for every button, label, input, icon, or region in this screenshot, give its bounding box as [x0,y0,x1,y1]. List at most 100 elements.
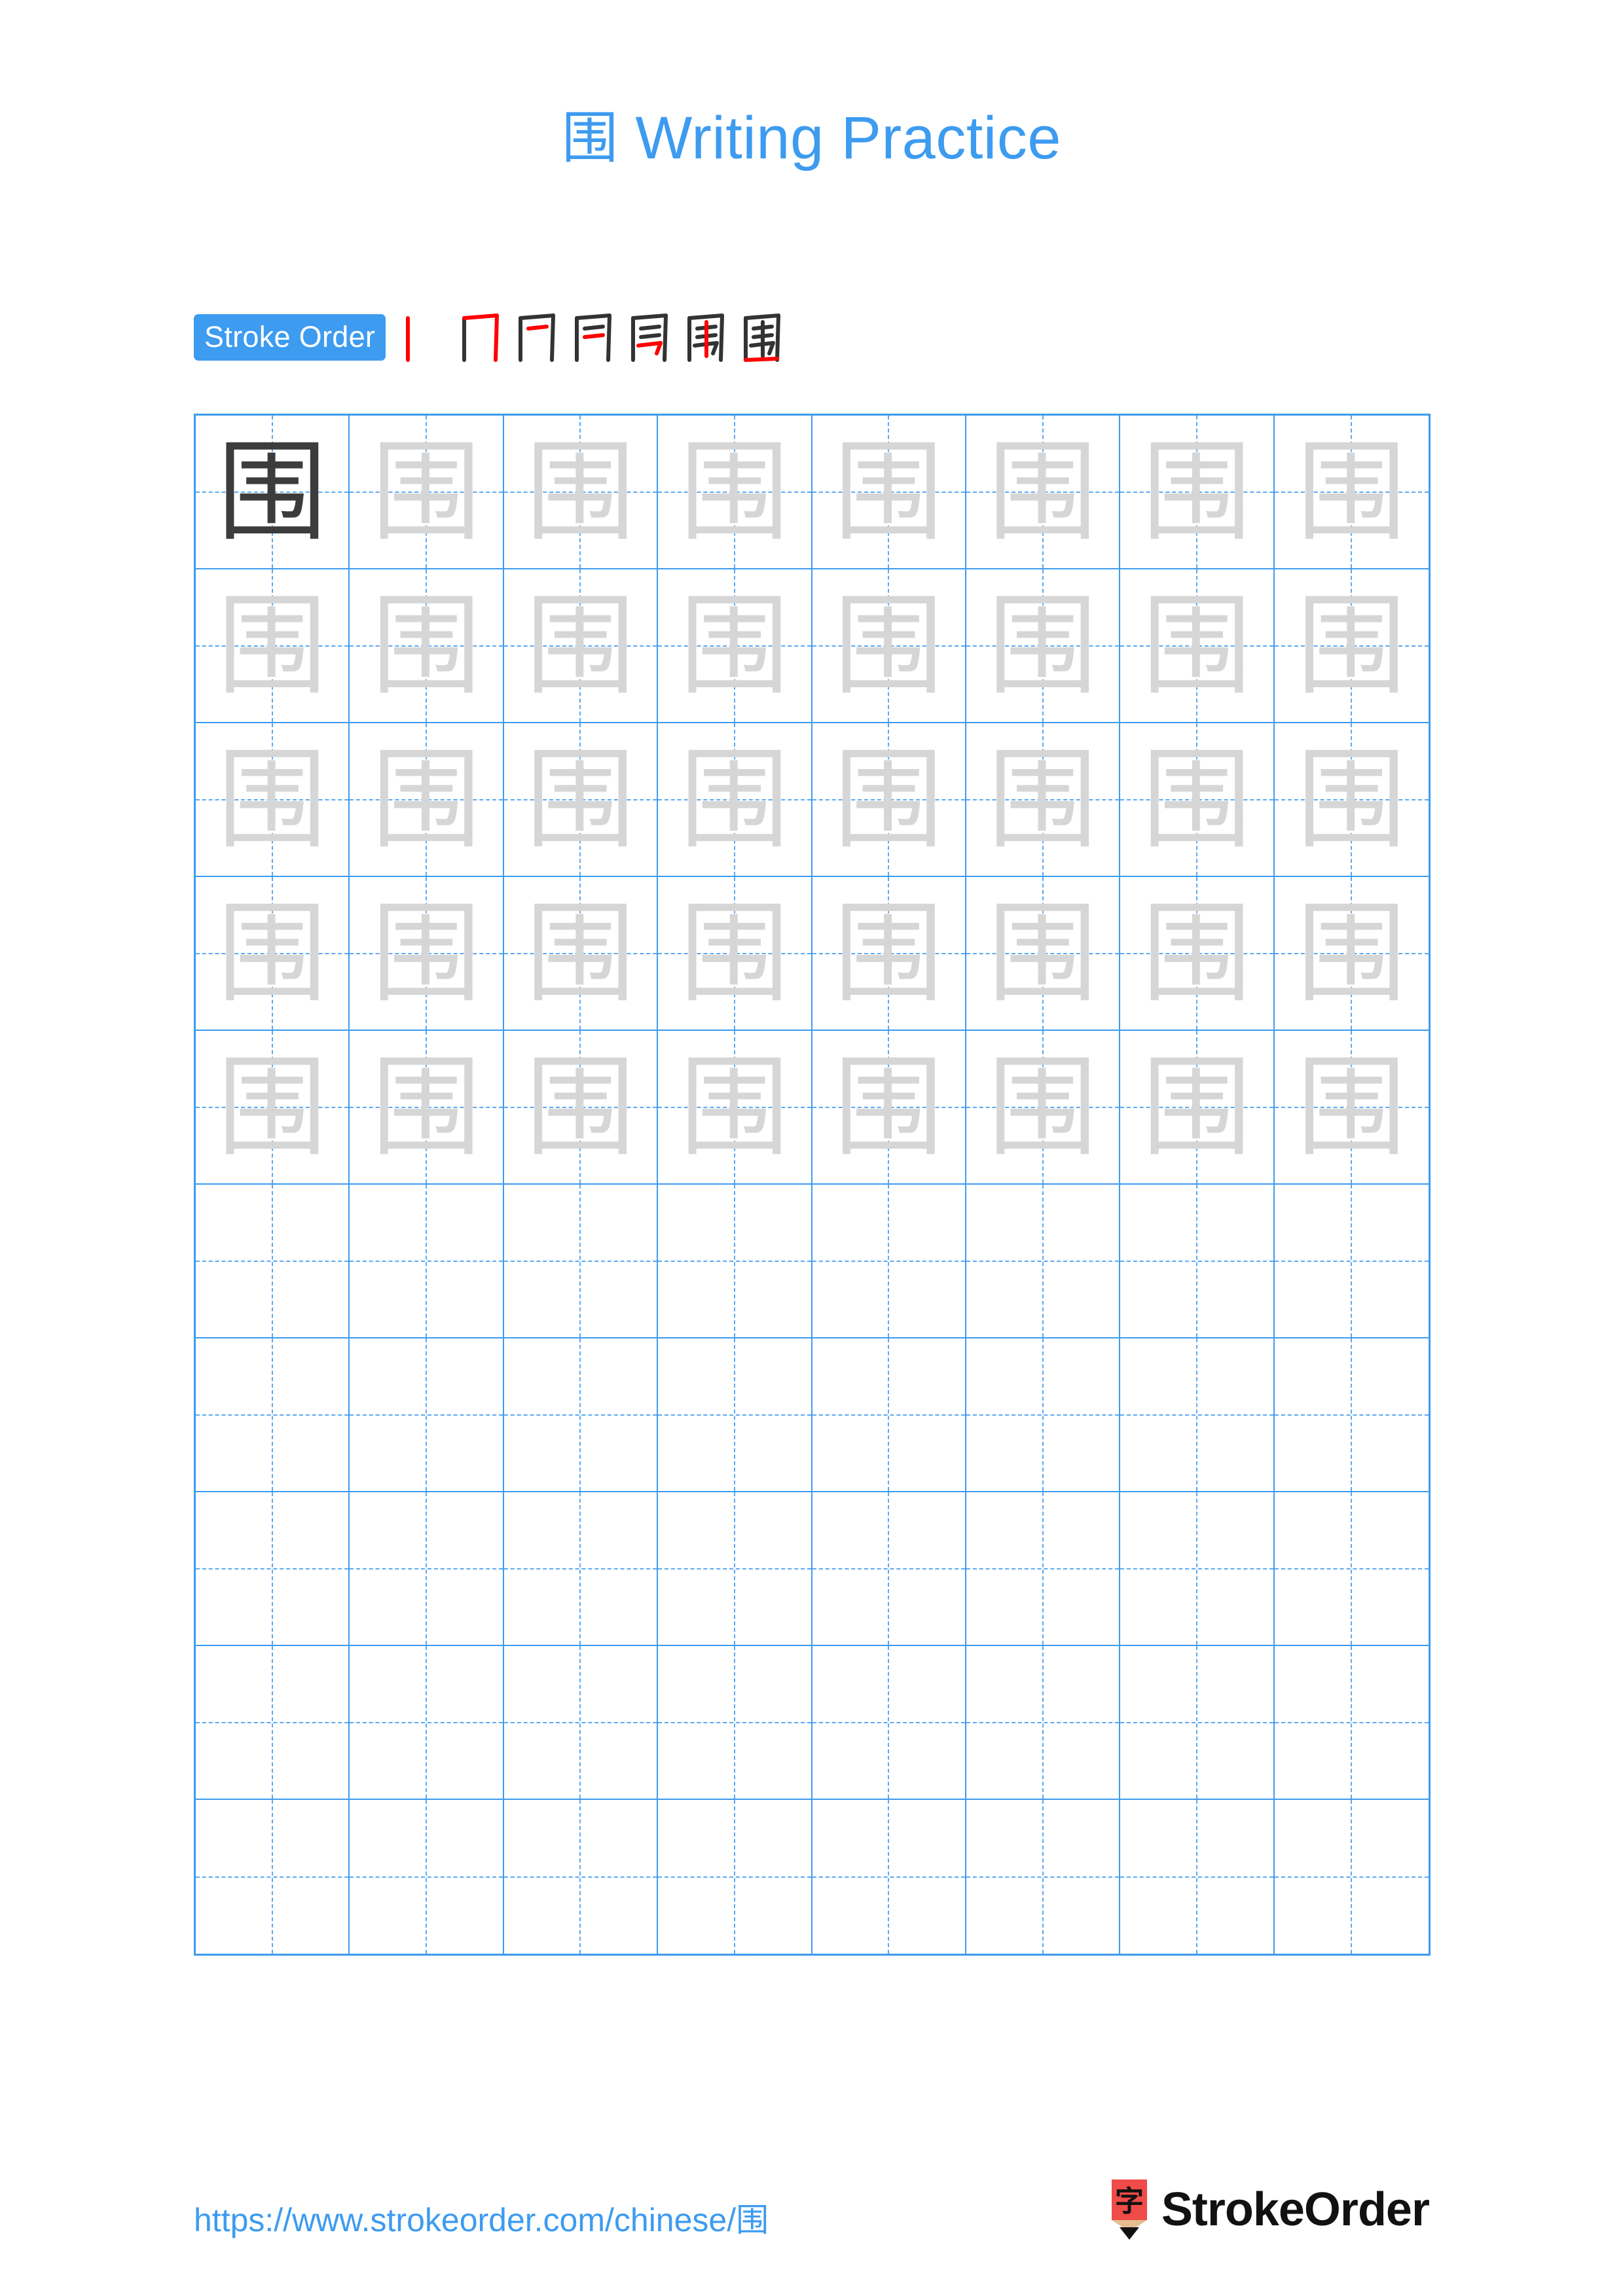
trace-character: 围 [1296,889,1407,1018]
grid-cell-r1-c2[interactable]: 围 [350,416,504,569]
grid-cell-r1-c1[interactable]: 围 [196,416,350,569]
grid-cell-r7-c1[interactable] [196,1338,350,1492]
grid-cell-r5-c3[interactable]: 围 [503,1031,659,1185]
grid-cell-r1-c6[interactable]: 围 [966,416,1121,569]
grid-cell-r7-c6[interactable] [966,1338,1121,1492]
grid-cell-r9-c3[interactable] [503,1646,659,1800]
grid-cell-r3-c8[interactable]: 围 [1274,723,1429,877]
trace-character: 围 [833,581,944,710]
grid-cell-r3-c7[interactable]: 围 [1120,723,1275,877]
grid-cell-r2-c7[interactable]: 围 [1120,569,1275,723]
grid-cell-r4-c7[interactable]: 围 [1120,877,1275,1031]
grid-cell-r6-c3[interactable] [503,1185,659,1338]
trace-character: 围 [679,427,790,556]
stroke-step-4 [564,308,620,367]
grid-cell-r3-c2[interactable]: 围 [350,723,504,877]
trace-character: 围 [1141,735,1252,864]
trace-character: 围 [987,427,1098,556]
grid-cell-r2-c8[interactable]: 围 [1274,569,1429,723]
grid-cell-r8-c7[interactable] [1120,1492,1275,1646]
trace-character: 围 [1296,1043,1407,1172]
grid-cell-r1-c5[interactable]: 围 [812,416,966,569]
trace-character: 围 [987,581,1098,710]
grid-cell-r5-c5[interactable]: 围 [812,1031,966,1185]
grid-cell-r1-c8[interactable]: 围 [1274,416,1429,569]
grid-cell-r9-c5[interactable] [812,1646,966,1800]
grid-cell-r1-c7[interactable]: 围 [1120,416,1275,569]
trace-character: 围 [1296,581,1407,710]
grid-cell-r8-c6[interactable] [966,1492,1121,1646]
grid-cell-r5-c8[interactable]: 围 [1274,1031,1429,1185]
grid-cell-r2-c2[interactable]: 围 [350,569,504,723]
grid-cell-r9-c6[interactable] [966,1646,1121,1800]
grid-cell-r4-c3[interactable]: 围 [503,877,659,1031]
page-title: 围 Writing Practice [0,92,1623,173]
grid-cell-r8-c1[interactable] [196,1492,350,1646]
grid-cell-r2-c5[interactable]: 围 [812,569,966,723]
grid-cell-r8-c2[interactable] [350,1492,504,1646]
grid-cell-r2-c3[interactable]: 围 [503,569,659,723]
grid-cell-r6-c5[interactable] [812,1185,966,1338]
grid-cell-r3-c5[interactable]: 围 [812,723,966,877]
grid-cell-r10-c6[interactable] [966,1800,1121,1954]
grid-cell-r9-c1[interactable] [196,1646,350,1800]
grid-cell-r9-c8[interactable] [1274,1646,1429,1800]
grid-cell-r6-c1[interactable] [196,1185,350,1338]
page-title-text: Writing Practice [635,105,1062,171]
stroke-step-3 [507,308,564,367]
grid-cell-r10-c8[interactable] [1275,1800,1429,1954]
trace-character: 围 [217,1043,327,1172]
grid-cell-r6-c8[interactable] [1274,1185,1429,1338]
trace-character: 围 [679,1043,790,1172]
grid-cell-r8-c8[interactable] [1274,1492,1429,1646]
grid-cell-r5-c2[interactable]: 围 [350,1031,504,1185]
grid-cell-r10-c4[interactable] [658,1800,812,1954]
grid-cell-r3-c6[interactable]: 围 [966,723,1121,877]
grid-cell-r1-c4[interactable]: 围 [658,416,812,569]
grid-cell-r9-c2[interactable] [350,1646,504,1800]
grid-cell-r10-c1[interactable] [196,1800,350,1954]
grid-cell-r4-c8[interactable]: 围 [1274,877,1429,1031]
grid-cell-r2-c6[interactable]: 围 [966,569,1121,723]
grid-cell-r4-c1[interactable]: 围 [196,877,350,1031]
grid-cell-r4-c5[interactable]: 围 [812,877,966,1031]
stroke-step-6 [676,308,733,367]
grid-cell-r7-c8[interactable] [1274,1338,1429,1492]
trace-character: 围 [1296,427,1407,556]
grid-cell-r6-c6[interactable] [966,1185,1121,1338]
grid-cell-r1-c3[interactable]: 围 [503,416,659,569]
grid-cell-r6-c2[interactable] [350,1185,504,1338]
grid-cell-r4-c2[interactable]: 围 [350,877,504,1031]
grid-cell-r8-c5[interactable] [812,1492,966,1646]
grid-cell-r8-c3[interactable] [503,1492,659,1646]
grid-cell-r5-c7[interactable]: 围 [1120,1031,1275,1185]
grid-cell-r5-c4[interactable]: 围 [658,1031,812,1185]
grid-cell-r5-c6[interactable]: 围 [966,1031,1121,1185]
grid-cell-r6-c4[interactable] [658,1185,812,1338]
grid-cell-r7-c5[interactable] [812,1338,966,1492]
grid-cell-r9-c4[interactable] [658,1646,812,1800]
grid-cell-r2-c1[interactable]: 围 [196,569,350,723]
grid-cell-r7-c2[interactable] [350,1338,504,1492]
grid-cell-r2-c4[interactable]: 围 [658,569,812,723]
grid-cell-r3-c4[interactable]: 围 [658,723,812,877]
grid-cell-r10-c5[interactable] [812,1800,966,1954]
grid-cell-r5-c1[interactable]: 围 [196,1031,350,1185]
trace-character: 围 [679,889,790,1018]
stroke-step-7 [733,308,789,367]
grid-cell-r10-c2[interactable] [350,1800,504,1954]
grid-cell-r9-c7[interactable] [1120,1646,1275,1800]
grid-cell-r10-c7[interactable] [1120,1800,1275,1954]
grid-cell-r3-c1[interactable]: 围 [196,723,350,877]
grid-cell-r7-c3[interactable] [503,1338,659,1492]
grid-cell-r8-c4[interactable] [658,1492,812,1646]
grid-cell-r6-c7[interactable] [1120,1185,1275,1338]
footer-url[interactable]: https://www.strokeorder.com/chinese/围 [194,2194,769,2241]
grid-cell-r7-c4[interactable] [658,1338,812,1492]
grid-cell-r4-c6[interactable]: 围 [966,877,1121,1031]
stroke-order-steps [395,308,789,367]
grid-cell-r4-c4[interactable]: 围 [658,877,812,1031]
grid-cell-r7-c7[interactable] [1120,1338,1275,1492]
grid-cell-r3-c3[interactable]: 围 [503,723,659,877]
grid-cell-r10-c3[interactable] [504,1800,659,1954]
